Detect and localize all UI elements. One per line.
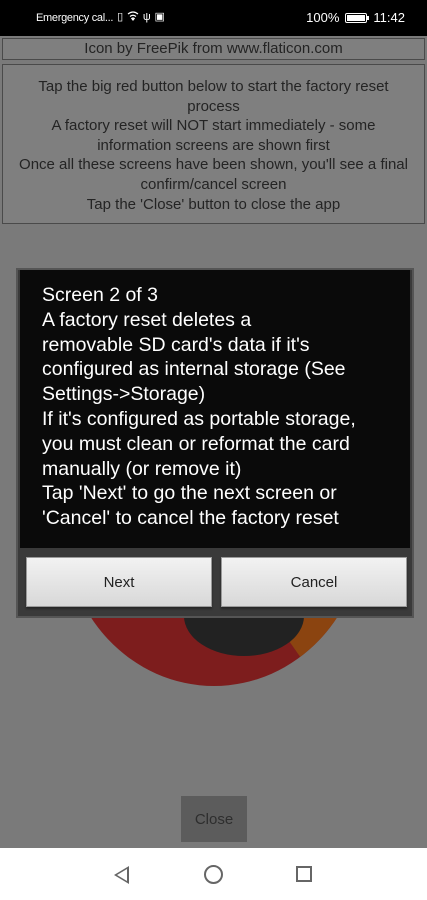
dialog-line: 'Cancel' to cancel the factory reset [42,507,339,530]
cancel-button[interactable]: Cancel [221,557,407,607]
battery-icon [345,12,370,23]
dialog-line: manually (or remove it) [42,457,242,480]
carrier-text: Emergency cal... [36,11,114,24]
back-icon[interactable] [114,866,129,884]
dialog-line: A factory reset deletes a [42,308,252,331]
clock: 11:42 [373,10,405,25]
dialog-line: Screen 2 of 3 [42,284,158,306]
usb-icon: ψ [142,11,151,23]
home-icon[interactable] [204,865,223,884]
next-button[interactable]: Next [26,557,212,607]
info-line: Tap the big red button below to start th… [38,78,389,95]
info-line: A factory reset will NOT start immediate… [51,117,376,135]
info-line: Tap the 'Close' button to close the app [86,195,341,213]
icon-credit: Icon by FreePik from www.flaticon.com [2,38,425,60]
dialog-message: Screen 2 of 3 A factory reset deletes a … [20,270,410,548]
sim-icon: ▯ [117,11,123,23]
info-panel: Tap the big red button below to start th… [2,64,425,224]
info-line: process [187,97,240,115]
dialog-line: If it's configured as portable storage, [42,407,356,430]
dialog-line: you must clean or reformat the card [42,432,350,455]
info-line: Once all these screens have been shown, … [19,156,408,174]
close-button[interactable]: Close [181,796,247,842]
recents-icon[interactable] [296,866,312,882]
info-dialog: Screen 2 of 3 A factory reset deletes a … [16,268,414,618]
status-bar: Emergency cal... ▯ ψ ▣ 100% 11:42 [0,0,427,36]
dialog-line: Tap 'Next' to go the next screen or [42,482,337,505]
wifi-icon [127,11,139,24]
battery-percent: 100% [306,10,340,25]
status-left: Emergency cal... ▯ ψ ▣ [36,11,165,24]
status-right: 100% 11:42 [306,10,405,25]
dialog-line: removable SD card's data if it's [42,333,310,356]
screenshot-icon: ▣ [154,11,165,23]
info-line: confirm/cancel screen [140,175,287,193]
dialog-line: Settings->Storage) [42,383,206,406]
info-line: information screens are shown first [97,136,330,154]
navigation-bar [0,848,427,900]
dialog-line: configured as internal storage (See [42,358,346,381]
battery-fill [347,14,366,21]
